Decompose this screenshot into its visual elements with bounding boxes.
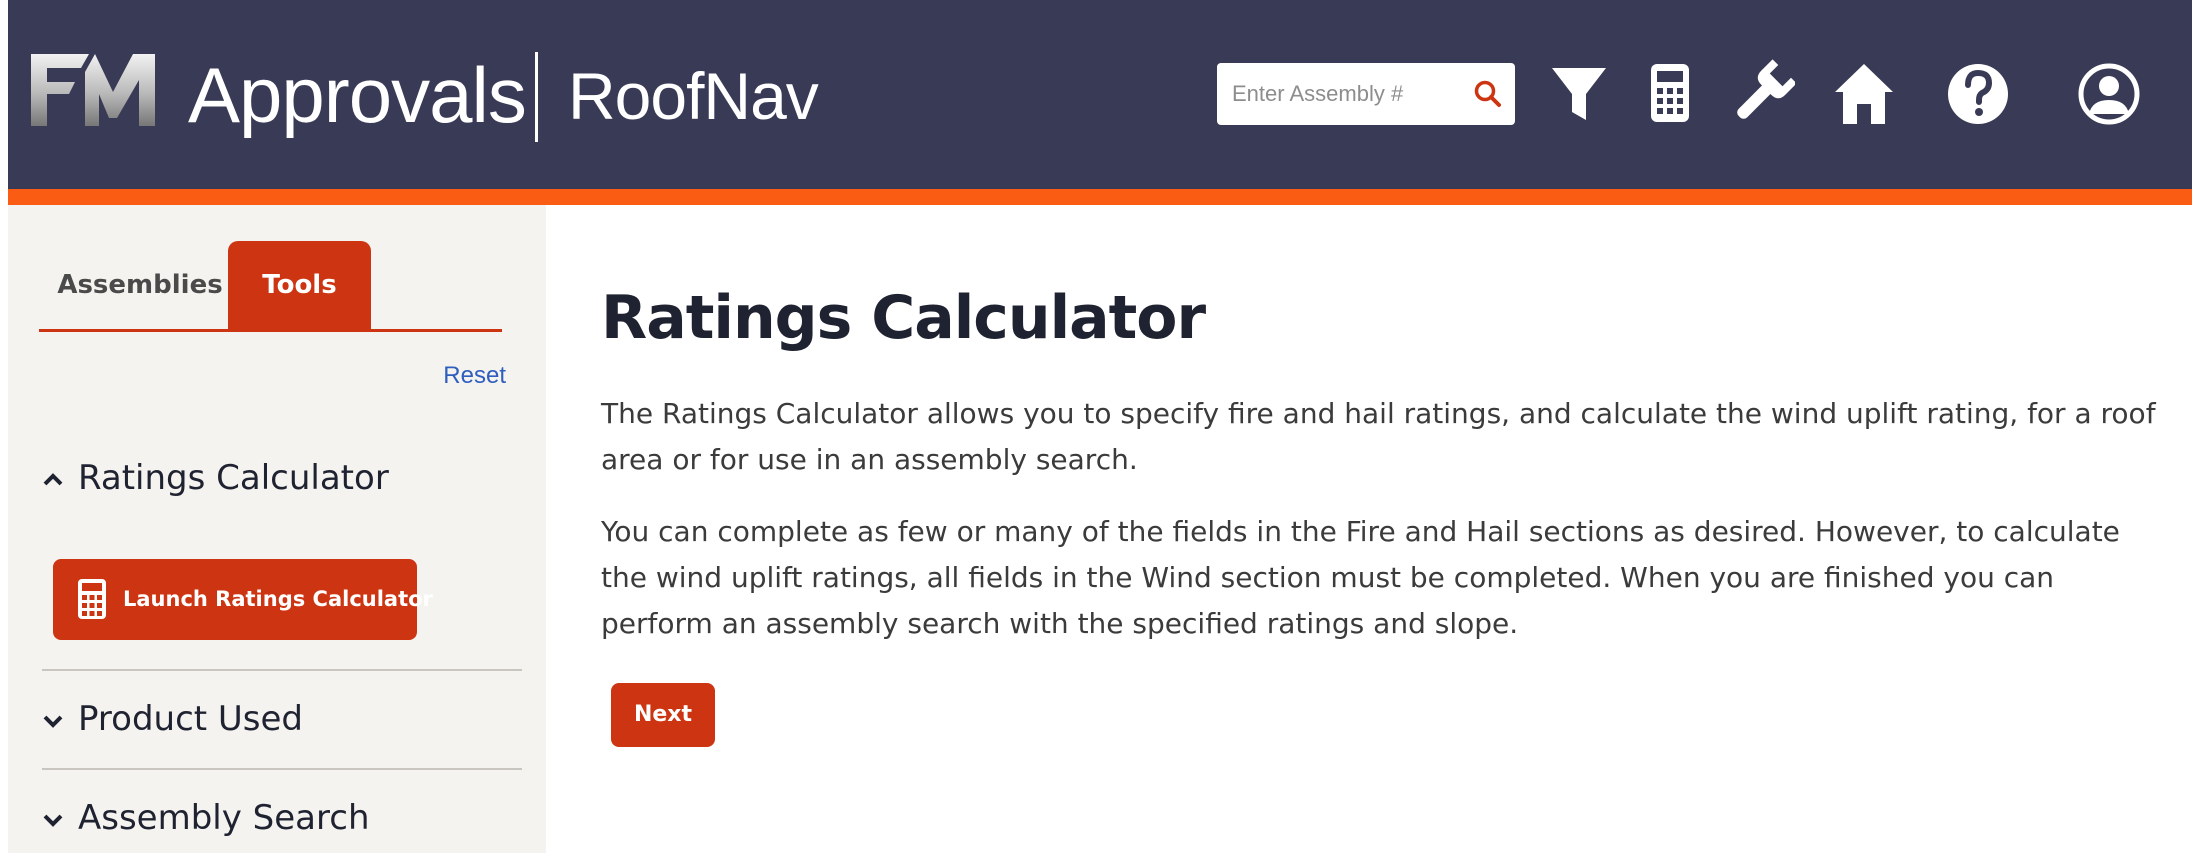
tab-tools[interactable]: Tools bbox=[228, 241, 371, 329]
chevron-up-icon bbox=[42, 469, 64, 491]
search-icon[interactable] bbox=[1471, 77, 1505, 111]
filter-icon[interactable] bbox=[1546, 58, 1612, 130]
brand-divider bbox=[535, 52, 538, 142]
instructions-paragraph: You can complete as few or many of the f… bbox=[601, 515, 2120, 640]
fm-logo[interactable] bbox=[29, 52, 157, 128]
section-product-used[interactable]: Product Used bbox=[42, 696, 303, 742]
section-label: Assembly Search bbox=[78, 798, 370, 838]
calculator-icon bbox=[78, 579, 106, 619]
intro-paragraph: The Ratings Calculator allows you to spe… bbox=[601, 397, 2156, 476]
tab-underline bbox=[39, 329, 502, 332]
section-label: Product Used bbox=[78, 699, 304, 739]
header-accent-stripe bbox=[8, 189, 2192, 205]
assembly-number-input[interactable] bbox=[1217, 63, 1467, 125]
launch-ratings-calculator-button[interactable]: Launch Ratings Calculator bbox=[53, 559, 433, 640]
tab-assemblies[interactable]: Assemblies bbox=[52, 241, 228, 329]
brand-name: Approvals bbox=[188, 51, 527, 139]
home-icon[interactable] bbox=[1831, 58, 1897, 130]
reset-link[interactable]: Reset bbox=[420, 362, 506, 390]
chevron-down-icon bbox=[42, 809, 64, 831]
page-title: Ratings Calculator bbox=[601, 283, 1206, 353]
calculator-icon[interactable] bbox=[1637, 58, 1703, 130]
chevron-down-icon bbox=[42, 710, 64, 732]
section-assembly-search[interactable]: Assembly Search bbox=[42, 795, 370, 841]
assembly-search-box bbox=[1217, 63, 1515, 125]
help-icon[interactable] bbox=[1945, 58, 2011, 130]
wrench-icon[interactable] bbox=[1729, 58, 1797, 130]
section-ratings-calculator[interactable]: Ratings Calculator bbox=[42, 455, 389, 501]
section-divider bbox=[42, 768, 522, 770]
next-button[interactable]: Next bbox=[611, 683, 715, 747]
section-divider bbox=[42, 669, 522, 671]
launch-button-label: Launch Ratings Calculator bbox=[123, 587, 433, 611]
user-profile-icon[interactable] bbox=[2076, 58, 2142, 130]
product-name: RoofNav bbox=[568, 59, 819, 133]
section-label: Ratings Calculator bbox=[78, 458, 389, 498]
